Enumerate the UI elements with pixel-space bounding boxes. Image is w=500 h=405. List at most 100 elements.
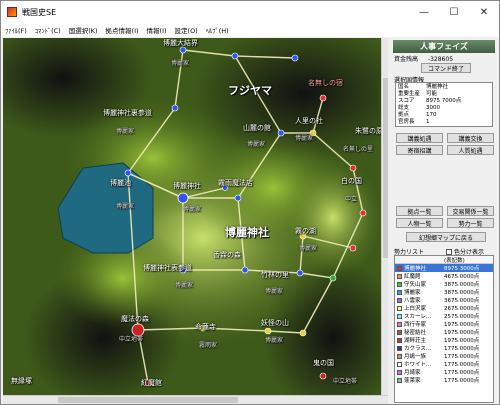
force-score: 2675 0000点 — [444, 306, 480, 312]
map-label[interactable]: 朱鷺の原 — [355, 126, 383, 136]
force-color-swatch — [397, 337, 402, 343]
force-name: 紅魔館 — [404, 274, 421, 280]
phase-header: 人事フェイズ — [393, 40, 495, 53]
map-label[interactable]: 紅魔館 — [141, 378, 162, 388]
map-label: 名無しの里 — [343, 146, 374, 153]
force-list-row[interactable]: 八雲家 3675 0000点 — [395, 296, 493, 304]
map-label: 博麗家 — [299, 245, 318, 252]
map-label: 博麗家 — [116, 203, 135, 210]
maximize-button[interactable]: ☐ — [439, 1, 469, 23]
force-list-row[interactable]: 秘密結社 1975 0000点 — [395, 328, 493, 336]
map-label[interactable]: 博麗神社 — [173, 181, 201, 191]
map-label[interactable]: 博麗神社 — [225, 224, 269, 240]
base-list-button[interactable]: 拠点一覧 — [396, 206, 443, 216]
map-label[interactable]: 白の国 — [341, 176, 362, 186]
tribute-button[interactable]: 寄宿招講 — [396, 145, 443, 155]
force-score: 1775 0000点 — [444, 378, 480, 384]
map-vertical-scrollbar[interactable] — [381, 38, 388, 395]
menu-bar: ﾌｧｲﾙ(F) ｺﾏﾝﾄﾞ(C) 国選択(K) 拠点情報(I) 情報(I) 設定… — [1, 23, 499, 37]
map-label[interactable]: 人里の社 — [295, 116, 323, 126]
force-color-swatch — [397, 329, 402, 335]
map-label: 博麗家 — [265, 337, 284, 344]
map-label[interactable]: 霧の湖 — [295, 226, 316, 236]
map-label[interactable]: 鬼の国 — [313, 358, 334, 368]
force-color-swatch — [397, 297, 402, 303]
map-label[interactable]: 霧雨魔法店 — [218, 178, 253, 188]
force-list-row[interactable]: 月嶋一族 1775 0000点 — [395, 352, 493, 360]
force-list[interactable]: (表記数) 博麗神社 8975 3000点 紅魔館 4675 0000点 守矢山家 387… — [394, 255, 494, 403]
map-label: 博麗家 — [171, 60, 190, 67]
menu-base-info[interactable]: 拠点情報(I) — [106, 25, 139, 35]
menu-settings[interactable]: 設定(O) — [175, 25, 198, 35]
force-color-swatch — [397, 265, 402, 271]
map-label[interactable]: 命蓮寺 — [195, 322, 216, 332]
map-label: 博麗家 — [183, 206, 202, 213]
map-label: 霧雨家 — [199, 342, 218, 349]
force-color-swatch — [397, 369, 402, 375]
map-label: 中立地帯 — [333, 378, 358, 385]
map-label[interactable]: 妖怪の山 — [261, 318, 289, 328]
force-list-row[interactable]: ホワイト... 1775 0000点 — [395, 360, 493, 368]
force-score: 4675 0000点 — [444, 274, 480, 280]
force-list-row[interactable]: 紅魔館 4675 0000点 — [395, 272, 493, 280]
force-list-row[interactable]: 蓬莱家 1775 0000点 — [395, 376, 493, 384]
map-label[interactable]: 博麗神社表参道 — [143, 263, 192, 273]
map-label[interactable]: 博麗大結界 — [163, 38, 198, 48]
title-bar: 戦国史SE — ☐ ✕ — [1, 1, 499, 23]
force-color-swatch — [397, 273, 402, 279]
force-color-swatch — [397, 305, 402, 311]
force-score: 8975 3000点 — [444, 266, 480, 272]
person-list-button[interactable]: 人物一覧 — [396, 218, 443, 228]
force-list-button[interactable]: 勢力一覧 — [447, 218, 494, 228]
diplo-exchange-button[interactable]: 講義交換 — [447, 133, 494, 143]
map-label[interactable]: 竹林の里 — [261, 270, 289, 280]
force-list-row[interactable]: 博麗家 3875 0000点 — [395, 288, 493, 296]
app-icon — [7, 7, 17, 17]
map-label[interactable]: 博麗池 — [110, 178, 131, 188]
force-name: 月綺家 — [404, 370, 421, 376]
checkbox-icon — [446, 248, 452, 255]
force-score: 1975 0000点 — [444, 330, 480, 336]
force-list-row[interactable]: 博麗神社 8975 3000点 — [395, 264, 493, 272]
map-label: フジヤマ — [228, 84, 272, 97]
menu-file[interactable]: ﾌｧｲﾙ(F) — [5, 25, 27, 35]
force-name: 蓬莱家 — [404, 378, 421, 384]
force-list-row[interactable]: 上白沢家 2675 0000点 — [395, 304, 493, 312]
map-view[interactable]: 博麗大結界 博麗家 フジヤマ 博麗神社裏参道 博麗家 博麗池 博麗家 博麗神社 … — [3, 38, 388, 395]
force-list-row[interactable]: 湖畔荘主 1975 0000点 — [395, 336, 493, 344]
force-color-swatch — [397, 313, 402, 319]
map-label[interactable]: 山麓の館 — [243, 123, 271, 133]
force-list-row[interactable]: カクラス... 1775 0000点 — [395, 344, 493, 352]
force-list-row[interactable]: 西行寺家 1975 0000点 — [395, 320, 493, 328]
diplo-pact-button[interactable]: 講義処遇 — [396, 133, 443, 143]
trade-list-button[interactable]: 交易関係一覧 — [447, 206, 494, 216]
force-color-swatch — [397, 281, 402, 287]
force-color-swatch — [397, 289, 402, 295]
map-label[interactable]: 香霖の森 — [213, 250, 241, 260]
force-list-row[interactable]: 守矢山家 3875 0000点 — [395, 280, 493, 288]
menu-info[interactable]: 情報(I) — [147, 25, 167, 35]
force-name: 八雲家 — [404, 298, 421, 304]
menu-help[interactable]: ﾍﾙﾌﾟ(H) — [206, 25, 229, 35]
back-to-map-button[interactable]: 幻想郷マップに戻る — [406, 232, 486, 242]
force-score: 3875 0000点 — [444, 290, 480, 296]
map-label[interactable]: 無縁塚 — [11, 376, 32, 386]
force-name: 上白沢家 — [404, 306, 427, 312]
force-color-swatch — [397, 345, 402, 351]
force-score: 1775 0000点 — [444, 362, 480, 368]
force-list-row[interactable]: スカーレ... 2575 0000点 — [395, 312, 493, 320]
minimize-button[interactable]: — — [409, 1, 439, 23]
menu-command[interactable]: ｺﾏﾝﾄﾞ(C) — [35, 25, 61, 35]
force-name: スカーレ... — [404, 314, 432, 320]
force-name: カクラス... — [404, 346, 432, 352]
end-command-button[interactable]: コマンド終了 — [421, 63, 471, 73]
force-list-row[interactable]: 月綺家 1775 0000点 — [395, 368, 493, 376]
map-label[interactable]: 魔法の森 — [121, 314, 149, 324]
hostage-button[interactable]: 人質処遇 — [447, 145, 494, 155]
menu-country-select[interactable]: 国選択(K) — [69, 25, 98, 35]
map-horizontal-scrollbar[interactable] — [3, 395, 388, 404]
force-score: 1775 0000点 — [444, 346, 480, 352]
map-label[interactable]: 博麗神社裏参道 — [103, 108, 152, 118]
app-window: 戦国史SE — ☐ ✕ ﾌｧｲﾙ(F) ｺﾏﾝﾄﾞ(C) 国選択(K) 拠点情報… — [0, 0, 500, 405]
close-button[interactable]: ✕ — [469, 1, 499, 23]
